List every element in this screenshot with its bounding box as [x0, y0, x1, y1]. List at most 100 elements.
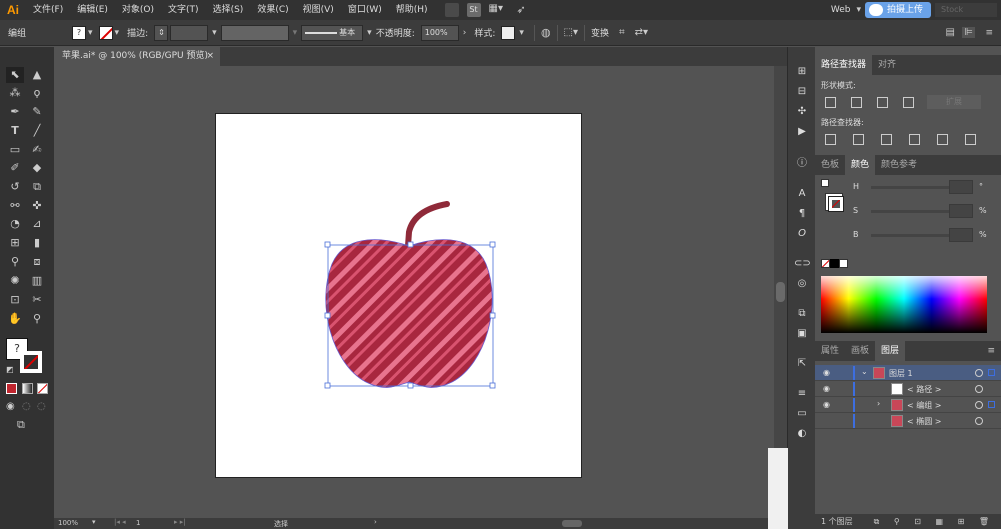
- style-dropdown-icon[interactable]: ▾: [519, 28, 524, 38]
- shape-builder-tool-icon[interactable]: ◔: [6, 216, 24, 232]
- menu-edit[interactable]: 编辑(E): [70, 0, 115, 20]
- bridge-icon[interactable]: [444, 3, 459, 17]
- line-tool-icon[interactable]: ╱: [28, 123, 46, 139]
- intersect-icon[interactable]: [877, 97, 888, 108]
- hand-tool-icon[interactable]: ✋: [6, 311, 24, 327]
- arrange-documents-icon[interactable]: ▦▾: [489, 3, 503, 17]
- fill-dropdown-icon[interactable]: ▾: [88, 28, 93, 38]
- brightness-input[interactable]: [949, 228, 973, 242]
- black-color-icon[interactable]: [830, 259, 839, 268]
- target-icon[interactable]: [975, 385, 983, 393]
- none-color-icon[interactable]: [821, 259, 830, 268]
- draw-behind-icon[interactable]: ◌: [22, 401, 31, 412]
- chevron-right-icon[interactable]: ›: [877, 399, 880, 408]
- menu-help[interactable]: 帮助(H): [389, 0, 435, 20]
- layer-name[interactable]: 图层 1: [889, 368, 913, 379]
- panel-menu-icon[interactable]: ≡: [987, 341, 995, 361]
- eye-icon[interactable]: ◉: [823, 384, 833, 393]
- artboard-tool-icon[interactable]: ⊡: [6, 292, 24, 308]
- screen-mode-icon[interactable]: ⧉: [17, 418, 25, 432]
- menu-window[interactable]: 窗口(W): [341, 0, 389, 20]
- profile-dropdown-icon[interactable]: ▾: [293, 28, 298, 38]
- opacity-arrow-icon[interactable]: ›: [463, 28, 467, 38]
- tab-color-guide[interactable]: 颜色参考: [875, 155, 923, 175]
- brushes-panel-icon[interactable]: ✣: [794, 105, 810, 119]
- control-panel-icon[interactable]: ⊫: [962, 27, 975, 38]
- handle-bottom-right[interactable]: [489, 382, 496, 389]
- color-spectrum[interactable]: [821, 276, 987, 333]
- selection-tool-icon[interactable]: ⬉: [6, 67, 24, 83]
- stroke-dropdown-icon[interactable]: ▾: [115, 28, 120, 38]
- tab-pathfinder[interactable]: 路径查找器: [815, 55, 873, 75]
- expand-button[interactable]: 扩展: [927, 95, 981, 109]
- tab-properties[interactable]: 属性: [815, 341, 845, 361]
- tab-artboards[interactable]: 画板: [845, 341, 875, 361]
- links-panel-icon[interactable]: ⊂⊃: [794, 257, 811, 271]
- handle-bottom-middle[interactable]: [407, 382, 414, 389]
- brightness-slider-row[interactable]: B %: [821, 228, 995, 244]
- layer-row[interactable]: < 椭圆 >: [815, 413, 1001, 429]
- control-menu-icon[interactable]: ≡: [985, 28, 993, 38]
- scale-tool-icon[interactable]: ⧉: [28, 179, 46, 195]
- menu-file[interactable]: 文件(F): [26, 0, 70, 20]
- target-icon[interactable]: [975, 417, 983, 425]
- column-graph-tool-icon[interactable]: ▥: [28, 273, 46, 289]
- transparency-panel-icon[interactable]: ◐: [794, 427, 810, 441]
- rotate-tool-icon[interactable]: ↺: [6, 179, 24, 195]
- transform-button[interactable]: 变换: [591, 26, 609, 39]
- chevron-down-icon[interactable]: ⌄: [861, 367, 868, 376]
- opacity-input[interactable]: 100%: [420, 24, 459, 41]
- zoom-dropdown-icon[interactable]: ▾: [92, 518, 96, 526]
- panel-layout-icon[interactable]: ▤: [946, 27, 955, 38]
- mesh-tool-icon[interactable]: ⊞: [6, 235, 24, 251]
- brightness-slider[interactable]: [871, 234, 949, 237]
- next-artboard-icon[interactable]: ▸ ▸|: [174, 518, 186, 526]
- swatches-panel-icon[interactable]: ⊞: [794, 65, 810, 79]
- layer-actions-icons[interactable]: ⧉ ⚲ ⊡ ▦ ⊞ 🗑: [874, 514, 995, 529]
- chevron-down-icon[interactable]: ▾: [856, 5, 861, 15]
- gpu-performance-icon[interactable]: ➶: [517, 3, 531, 17]
- apple-artwork[interactable]: [216, 114, 583, 479]
- stroke-swatch-large[interactable]: [20, 351, 42, 373]
- divide-icon[interactable]: [825, 134, 836, 145]
- status-arrow-icon[interactable]: ›: [374, 518, 377, 526]
- handle-top-left[interactable]: [324, 241, 331, 248]
- paintbrush-tool-icon[interactable]: ✍: [28, 142, 46, 158]
- stroke-swatch[interactable]: [98, 25, 113, 40]
- brush-definition-dropdown[interactable]: 基本: [301, 24, 364, 41]
- tab-color[interactable]: 颜色: [845, 155, 876, 175]
- selection-indicator[interactable]: [988, 401, 995, 408]
- puppet-warp-tool-icon[interactable]: ✜: [28, 198, 46, 214]
- hue-input[interactable]: [949, 180, 973, 194]
- artboards-panel-icon[interactable]: ▣: [794, 327, 810, 341]
- horizontal-scrollbar-thumb[interactable]: [562, 520, 582, 527]
- align-to-icon[interactable]: ⬚▾: [564, 27, 578, 38]
- hue-slider-row[interactable]: H °: [821, 180, 995, 196]
- draw-inside-icon[interactable]: ◌: [37, 401, 46, 412]
- upload-button[interactable]: 拍摄上传: [864, 2, 931, 18]
- merge-icon[interactable]: [881, 134, 892, 145]
- stroke-weight-stepper[interactable]: ⇕: [154, 24, 169, 41]
- draw-normal-icon[interactable]: ◉: [6, 401, 15, 412]
- menu-effect[interactable]: 效果(C): [250, 0, 295, 20]
- type-tool-icon[interactable]: T: [6, 123, 24, 139]
- saturation-slider[interactable]: [871, 210, 949, 213]
- minus-back-icon[interactable]: [965, 134, 976, 145]
- tab-layers[interactable]: 图层: [875, 341, 906, 361]
- close-icon[interactable]: ×: [206, 47, 214, 66]
- vertical-scrollbar-thumb[interactable]: [776, 282, 785, 302]
- crop-icon[interactable]: [909, 134, 920, 145]
- first-artboard-icon[interactable]: |◂ ◂: [114, 518, 126, 526]
- paragraph-panel-icon[interactable]: ¶: [794, 207, 810, 221]
- stock-icon[interactable]: St: [466, 3, 481, 17]
- width-tool-icon[interactable]: ⚯: [6, 198, 24, 214]
- eye-icon[interactable]: ◉: [823, 368, 833, 377]
- pen-tool-icon[interactable]: ✒: [6, 104, 24, 120]
- stroke-weight-input[interactable]: [170, 24, 209, 41]
- export-icon[interactable]: ⇱: [794, 357, 810, 371]
- handle-middle-right[interactable]: [489, 312, 496, 319]
- eye-icon[interactable]: ◉: [823, 400, 833, 409]
- gradient-tool-icon[interactable]: ▮: [28, 235, 46, 251]
- shaper-tool-icon[interactable]: ✐: [6, 160, 24, 176]
- white-color-icon[interactable]: [839, 259, 848, 268]
